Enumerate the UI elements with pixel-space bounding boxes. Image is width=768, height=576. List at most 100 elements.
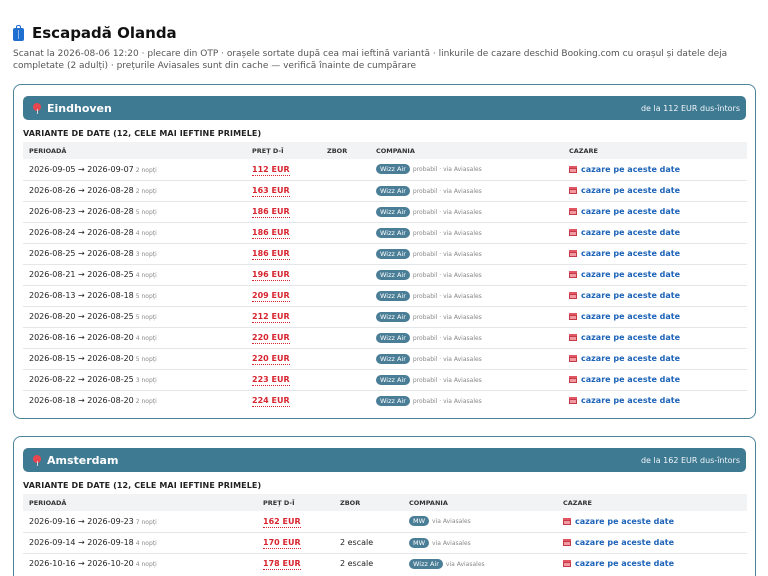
airline-note: probabil · via Aviasales — [412, 208, 482, 216]
period-cell: 2026-08-26 → 2026-08-28 2 nopți — [23, 180, 246, 202]
airline-badge: Wizz Air — [376, 164, 410, 175]
hotel-icon — [569, 208, 577, 215]
city-card-eindhoven: Eindhoven de la 112 EUR dus-întors VARIA… — [13, 84, 756, 419]
hotel-icon — [569, 229, 577, 236]
nights-count: 3 nopți — [135, 251, 157, 258]
hotel-icon — [569, 397, 577, 405]
airline-note: probabil · via Aviasales — [412, 271, 482, 279]
flight-cell — [321, 369, 370, 391]
nights-count: 4 nopți — [135, 561, 157, 569]
hotel-link[interactable]: cazare pe aceste date — [569, 291, 680, 300]
hotel-link[interactable]: cazare pe aceste date — [569, 354, 680, 363]
hotel-link-label: cazare pe aceste date — [581, 164, 681, 174]
price-value[interactable]: 224 EUR — [252, 396, 290, 408]
hotel-link[interactable]: cazare pe aceste date — [569, 249, 680, 258]
price-value[interactable]: 162 EUR — [263, 516, 301, 528]
hotel-cell: cazare pe aceste date — [563, 390, 747, 411]
price-value[interactable]: 212 EUR — [252, 312, 290, 323]
hotel-icon — [569, 187, 577, 194]
hotel-link-label: cazare pe aceste date — [575, 559, 675, 569]
hotel-link-label: cazare pe aceste date — [581, 270, 681, 279]
city-name: Eindhoven — [47, 101, 112, 115]
price-value[interactable]: 186 EUR — [252, 228, 290, 239]
hotel-icon — [569, 376, 577, 383]
hotel-icon — [569, 165, 577, 173]
price-value[interactable]: 209 EUR — [252, 291, 290, 302]
nights-count: 2 nopți — [135, 166, 157, 174]
price-cell: 162 EUR — [257, 511, 334, 533]
table-row: 2026-08-18 → 2026-08-20 2 nopți 224 EUR Wiz… — [23, 390, 747, 411]
hotel-link[interactable]: cazare pe aceste date — [569, 270, 680, 279]
pin-icon — [33, 102, 41, 114]
airline-cell: Wizz Air probabil · via Aviasales — [370, 180, 563, 202]
hotel-icon — [569, 271, 577, 278]
price-value[interactable]: 170 EUR — [263, 538, 301, 549]
price-value[interactable]: 178 EUR — [263, 559, 301, 571]
hotel-link[interactable]: cazare pe aceste date — [563, 538, 674, 547]
airline-badge: Wizz Air — [376, 374, 410, 385]
hotel-icon — [569, 250, 577, 257]
period-dates: 2026-08-21 → 2026-08-25 — [29, 270, 134, 279]
airline-cell: Wizz Air probabil · via Aviasales — [370, 348, 563, 370]
airline-badge: Wizz Air — [376, 248, 410, 259]
col-hotel: CAZARE — [569, 146, 598, 155]
flight-cell — [321, 201, 370, 223]
hotel-link[interactable]: cazare pe aceste date — [569, 207, 680, 216]
period-dates: 2026-08-24 → 2026-08-28 — [29, 228, 134, 237]
airline-cell: Wizz Air probabil · via Aviasales — [370, 327, 563, 349]
price-value[interactable]: 220 EUR — [252, 354, 290, 365]
flight-cell — [321, 390, 370, 411]
hotel-icon — [563, 560, 571, 568]
price-value[interactable]: 112 EUR — [252, 164, 290, 176]
price-value[interactable]: 186 EUR — [252, 207, 290, 218]
nights-count: 4 nopți — [135, 335, 157, 342]
price-value[interactable]: 163 EUR — [252, 186, 290, 197]
price-value[interactable]: 196 EUR — [252, 270, 290, 281]
price-value[interactable]: 223 EUR — [252, 375, 290, 386]
col-hotel: CAZARE — [563, 498, 592, 507]
price-value[interactable]: 220 EUR — [252, 333, 290, 344]
hotel-link[interactable]: cazare pe aceste date — [563, 559, 674, 568]
city-from-price: de la 112 EUR dus-întors — [640, 103, 740, 113]
hotel-link[interactable]: cazare pe aceste date — [569, 165, 680, 174]
hotel-link[interactable]: cazare pe aceste date — [569, 312, 680, 321]
airline-cell: Wizz Air probabil · via Aviasales — [370, 243, 563, 265]
hotel-link[interactable]: cazare pe aceste date — [569, 333, 680, 342]
hotel-link-label: cazare pe aceste date — [581, 228, 681, 237]
airline-badge: Wizz Air — [376, 290, 410, 301]
hotel-icon — [569, 334, 577, 341]
hotel-link[interactable]: cazare pe aceste date — [569, 396, 680, 405]
hotel-link[interactable]: cazare pe aceste date — [563, 517, 674, 526]
flight-cell — [321, 264, 370, 286]
hotel-link[interactable]: cazare pe aceste date — [569, 228, 680, 237]
airline-badge: Wizz Air — [376, 311, 410, 322]
hotel-link-label: cazare pe aceste date — [581, 249, 681, 258]
airline-note: probabil · via Aviasales — [412, 355, 482, 363]
flight-cell — [321, 285, 370, 307]
col-airline: COMPANIA — [409, 498, 448, 507]
hotel-icon — [563, 517, 571, 525]
airline-cell: Wizz Air probabil · via Aviasales — [370, 222, 563, 244]
price-cell: 186 EUR — [246, 201, 321, 223]
hotel-link[interactable]: cazare pe aceste date — [569, 186, 680, 195]
table-row: 2026-09-14 → 2026-09-18 4 nopți 170 EUR 2 e… — [23, 532, 747, 554]
period-cell: 2026-09-05 → 2026-09-07 2 nopți — [23, 159, 246, 181]
nights-count: 4 nopți — [135, 540, 157, 547]
table-row: 2026-08-23 → 2026-08-28 5 nopți 186 EUR Wiz… — [23, 201, 747, 223]
flight-cell — [321, 348, 370, 370]
hotel-link[interactable]: cazare pe aceste date — [569, 375, 680, 384]
city-name-wrap: Eindhoven — [33, 102, 112, 115]
col-airline: COMPANIA — [376, 146, 415, 155]
price-value[interactable]: 186 EUR — [252, 249, 290, 260]
nights-count: 4 nopți — [135, 230, 157, 237]
hotel-link-label: cazare pe aceste date — [581, 354, 681, 363]
nights-count: 2 nopți — [135, 398, 157, 406]
period-cell: 2026-08-22 → 2026-08-25 3 nopți — [23, 369, 246, 391]
price-cell: 209 EUR — [246, 285, 321, 307]
pin-icon — [33, 454, 41, 466]
airline-badge: Wizz Air — [376, 353, 410, 364]
period-cell: 2026-08-23 → 2026-08-28 5 nopți — [23, 201, 246, 223]
period-cell: 2026-08-20 → 2026-08-25 5 nopți — [23, 306, 246, 328]
col-flight: ZBOR — [340, 498, 361, 507]
period-dates: 2026-08-15 → 2026-08-20 — [29, 354, 134, 363]
